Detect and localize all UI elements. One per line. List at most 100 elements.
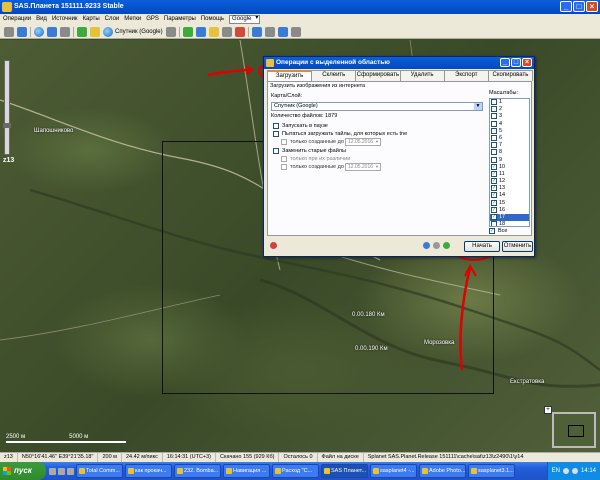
- taskbar-task[interactable]: Total Comm...: [76, 464, 123, 478]
- menu-settings[interactable]: Параметры: [164, 16, 196, 25]
- taskbar-task[interactable]: как прокач...: [125, 464, 172, 478]
- minimap[interactable]: [552, 412, 596, 448]
- cursor-icon[interactable]: [251, 26, 262, 37]
- route-icon[interactable]: [195, 26, 206, 37]
- layers-icon[interactable]: [165, 26, 176, 37]
- scale-row[interactable]: 3: [490, 113, 529, 120]
- zoom-thumb[interactable]: [3, 123, 11, 128]
- menu-maps[interactable]: Карты: [83, 16, 100, 25]
- menu-view[interactable]: Вид: [36, 16, 47, 25]
- tray-icon[interactable]: [562, 468, 569, 474]
- scale-row[interactable]: ✓ 13: [490, 185, 529, 192]
- map-layer-select[interactable]: Спутник (Google) ▼: [271, 102, 483, 111]
- menu-marks[interactable]: Метки: [124, 16, 141, 25]
- scale-checkbox[interactable]: [491, 120, 497, 127]
- scale-row[interactable]: 7: [490, 142, 529, 149]
- stop-icon[interactable]: [234, 26, 245, 37]
- scale-checkbox[interactable]: [491, 221, 497, 226]
- scale-checkbox[interactable]: [491, 113, 497, 120]
- quick-launch-icon[interactable]: [49, 467, 56, 475]
- scale-checkbox[interactable]: [491, 156, 497, 163]
- tools-icon[interactable]: [290, 26, 301, 37]
- scale-checkbox[interactable]: [491, 106, 497, 113]
- gps-icon[interactable]: [182, 26, 193, 37]
- scale-row[interactable]: 18: [490, 221, 529, 226]
- only-created-before-checkbox-2[interactable]: [281, 164, 287, 170]
- tab-stitch[interactable]: Склеить: [311, 70, 357, 81]
- quick-launch-icon[interactable]: [58, 467, 65, 475]
- scales-list[interactable]: 1 2 3 4 5 6 7 8 9 ✓ 10 ✓ 11 ✓ 12 ✓ 13 ✓ 14 ✓ 15 ✓ 16 ✓ 17 18: [489, 98, 530, 227]
- cancel-button[interactable]: Отменить: [502, 241, 533, 252]
- quick-launch-icon[interactable]: [67, 467, 74, 475]
- taskbar-task[interactable]: 232. Bomba...: [174, 464, 221, 478]
- scale-checkbox[interactable]: [491, 99, 497, 105]
- maximize-button[interactable]: □: [573, 1, 585, 12]
- select-all-row[interactable]: ✓ Все: [489, 228, 507, 234]
- taskbar-task[interactable]: Расход "С...: [272, 464, 319, 478]
- tab-export[interactable]: Экспорт: [443, 70, 489, 81]
- scale-row[interactable]: 2: [490, 106, 529, 113]
- scale-row[interactable]: ✓ 15: [490, 199, 529, 207]
- close-button[interactable]: ×: [586, 1, 598, 12]
- zoom-icon[interactable]: [47, 26, 57, 37]
- scale-row[interactable]: ✓ 14: [490, 192, 529, 199]
- scale-row[interactable]: 8: [490, 149, 529, 156]
- scale-row[interactable]: ✓ 10: [490, 163, 529, 171]
- dialog-close-button[interactable]: ×: [522, 58, 532, 67]
- polygon-icon[interactable]: [208, 26, 219, 37]
- menu-gps[interactable]: GPS: [146, 16, 159, 25]
- tray-icon[interactable]: [571, 468, 578, 474]
- navigation-icon[interactable]: [277, 26, 288, 37]
- scale-checkbox[interactable]: ✓: [491, 163, 497, 170]
- save-selection-icon[interactable]: [443, 242, 450, 249]
- scale-checkbox[interactable]: [491, 127, 497, 134]
- start-button-os[interactable]: пуск: [0, 462, 46, 480]
- scale-checkbox[interactable]: ✓: [491, 178, 497, 185]
- dialog-minimize-button[interactable]: _: [500, 58, 510, 67]
- scale-checkbox[interactable]: ✓: [491, 170, 497, 177]
- scale-checkbox[interactable]: [491, 142, 497, 149]
- taskbar-task[interactable]: Навигация ...: [223, 464, 270, 478]
- scale-checkbox[interactable]: ✓: [491, 185, 497, 192]
- scale-row[interactable]: ✓ 17: [490, 214, 529, 222]
- date-field-1[interactable]: 12.05.2016 ▼: [345, 138, 381, 146]
- map-type-selector[interactable]: Спутник (Google): [103, 26, 163, 37]
- select-all-checkbox[interactable]: ✓: [489, 228, 495, 234]
- start-button[interactable]: Начать: [464, 241, 500, 252]
- menu-help[interactable]: Помощь: [201, 16, 224, 25]
- pointer-icon[interactable]: [4, 26, 14, 37]
- scale-checkbox[interactable]: [491, 149, 497, 156]
- taskbar-task[interactable]: Adobe Photo...: [419, 464, 466, 478]
- scale-checkbox[interactable]: ✓: [491, 206, 497, 213]
- try-loaded-checkbox[interactable]: [273, 131, 279, 137]
- scale-checkbox[interactable]: ✓: [491, 199, 497, 206]
- scale-row[interactable]: ✓ 11: [490, 170, 529, 178]
- ruler-icon[interactable]: [60, 26, 70, 37]
- menu-operations[interactable]: Операции: [3, 16, 31, 25]
- replace-old-checkbox[interactable]: [273, 148, 279, 154]
- zoom-to-selection-icon[interactable]: [433, 242, 440, 249]
- move-icon[interactable]: [17, 26, 27, 37]
- select-area-icon[interactable]: [77, 26, 87, 37]
- only-if-different-checkbox[interactable]: [281, 156, 287, 162]
- scale-row[interactable]: 9: [490, 156, 529, 164]
- zoom-slider[interactable]: [3, 60, 11, 155]
- only-created-before-checkbox-1[interactable]: [281, 139, 287, 145]
- taskbar-task[interactable]: SAS Планет...: [321, 464, 368, 478]
- scale-row[interactable]: 4: [490, 120, 529, 128]
- scale-row[interactable]: 5: [490, 127, 529, 135]
- tab-download[interactable]: Загрузить: [267, 70, 313, 81]
- dialog-maximize-button[interactable]: □: [511, 58, 521, 67]
- taskbar-task[interactable]: sasplanet3.1...: [468, 464, 515, 478]
- tab-delete[interactable]: Удалить: [399, 70, 445, 81]
- scale-checkbox[interactable]: ✓: [491, 214, 497, 220]
- menu-source[interactable]: Источник: [52, 16, 78, 25]
- scale-checkbox[interactable]: [491, 134, 497, 141]
- scale-row[interactable]: 6: [490, 134, 529, 142]
- scale-row[interactable]: ✓ 12: [490, 178, 529, 185]
- marks-icon[interactable]: [90, 26, 100, 37]
- minimap-toggle-button[interactable]: +: [544, 406, 552, 414]
- settings-icon[interactable]: [264, 26, 275, 37]
- scale-row[interactable]: 1: [490, 99, 529, 106]
- edit-icon[interactable]: [221, 26, 232, 37]
